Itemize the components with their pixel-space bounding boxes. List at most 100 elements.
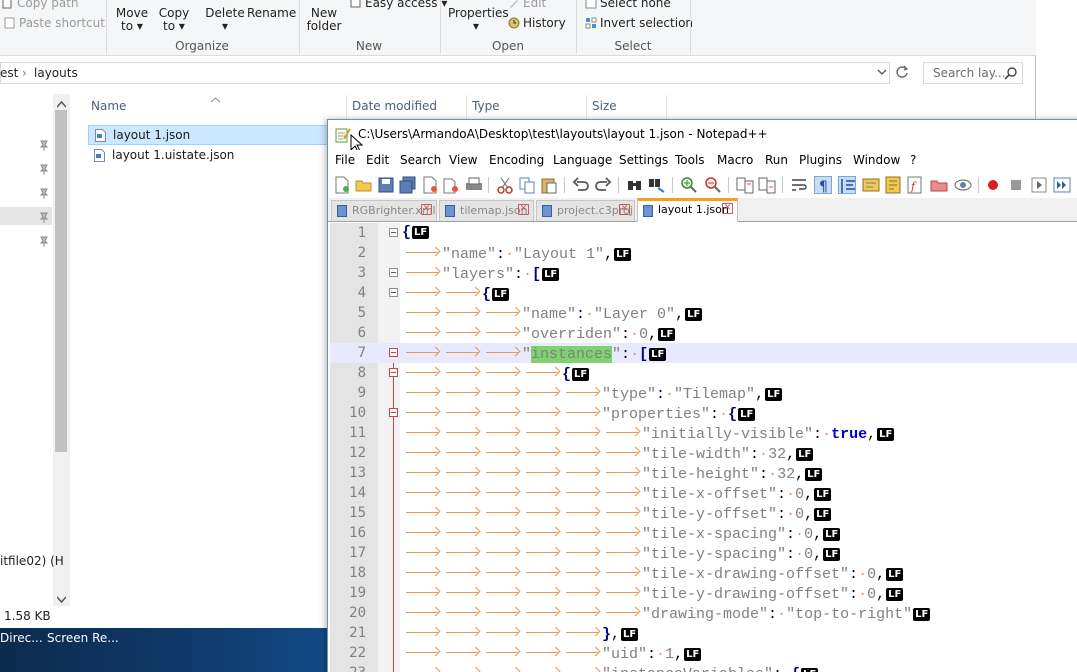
undo-icon[interactable] [572, 176, 590, 194]
taskbar-item[interactable]: Direc... [0, 631, 43, 645]
easy-access-button[interactable]: Easy access ▾ [350, 0, 447, 12]
column-divider[interactable] [466, 95, 467, 119]
sync-horizontal-icon[interactable] [758, 176, 776, 194]
code-line[interactable]: 13 "tile-height":·32, LF [330, 463, 1077, 483]
nav-item-network-drive[interactable]: itfile02) (H [0, 554, 64, 568]
record-macro-icon[interactable] [984, 176, 1002, 194]
tab-layout-1-json[interactable]: layout 1.json ✕ [637, 198, 738, 222]
move-to-button[interactable]: Move to ▾ [114, 7, 150, 33]
code-line[interactable]: 22 "uid":·1, LF [330, 643, 1077, 663]
save-icon[interactable] [377, 176, 395, 194]
column-divider[interactable] [346, 95, 347, 119]
replace-icon[interactable] [648, 176, 666, 194]
invert-selection-button[interactable]: Invert selection [585, 16, 693, 32]
code-line[interactable]: 20 "drawing-mode":·"top-to-right" LF [330, 603, 1077, 623]
rename-button[interactable]: Rename [247, 7, 296, 20]
breadcrumb-current[interactable]: layouts [34, 66, 78, 80]
pin-icon[interactable] [39, 139, 49, 151]
copy-path-button[interactable]: Copy path [2, 0, 79, 12]
code-line[interactable]: 1 {LF [330, 223, 1077, 243]
code-line[interactable]: 11 "initially-visible":·true, LF [330, 423, 1077, 443]
fold-collapse-icon[interactable] [389, 348, 398, 357]
document-map-icon[interactable] [884, 176, 902, 194]
menu-language[interactable]: Language [553, 153, 612, 167]
column-header-type[interactable]: Type [472, 99, 500, 113]
menu-settings[interactable]: Settings [619, 153, 668, 167]
user-defined-language-icon[interactable] [862, 176, 880, 194]
stop-macro-icon[interactable] [1007, 176, 1025, 194]
pin-icon[interactable] [39, 235, 49, 247]
code-line[interactable]: 3 "layers":·[LF [330, 263, 1077, 283]
menu-window[interactable]: Window [853, 153, 900, 167]
copy-to-button[interactable]: Copy to ▾ [156, 7, 192, 33]
code-line[interactable]: 12 "tile-width":·32, LF [330, 443, 1077, 463]
pin-icon[interactable] [39, 211, 49, 223]
menu-run[interactable]: Run [765, 153, 788, 167]
column-header-size[interactable]: Size [592, 99, 617, 113]
code-line-current[interactable]: 7 "instances":·[LF [330, 343, 1077, 363]
code-line[interactable]: 14 "tile-x-offset":·0, LF [330, 483, 1077, 503]
pin-icon[interactable] [39, 163, 49, 175]
refresh-icon[interactable] [894, 64, 910, 83]
paste-icon[interactable] [540, 176, 558, 194]
code-line[interactable]: 9 "type":·"Tilemap", LF [330, 383, 1077, 403]
menu-view[interactable]: View [449, 153, 477, 167]
monitoring-icon[interactable] [954, 176, 972, 194]
cut-icon[interactable] [496, 176, 514, 194]
select-none-button[interactable]: Select none [585, 0, 671, 12]
scrollbar-thumb[interactable] [55, 110, 67, 452]
menu-search[interactable]: Search [400, 153, 441, 167]
code-line[interactable]: 15 "tile-y-offset":·0, LF [330, 503, 1077, 523]
code-line[interactable]: 17 "tile-y-spacing":·0, LF [330, 543, 1077, 563]
code-line[interactable]: 8 {LF [330, 363, 1077, 383]
scroll-up-icon[interactable] [56, 97, 67, 111]
nav-scrollbar[interactable] [53, 94, 70, 606]
tab-rgbrighter-xml[interactable]: RGBrighter.xml ✕ [331, 200, 437, 221]
zoom-out-icon[interactable] [704, 176, 722, 194]
code-line[interactable]: 23 "instanceVariables":·{LF [330, 663, 1077, 672]
menu-help[interactable]: ? [910, 153, 916, 167]
open-file-icon[interactable] [355, 176, 373, 194]
tab-project-c3proj[interactable]: project.c3proj ✕ [536, 200, 635, 221]
new-file-icon[interactable] [333, 176, 351, 194]
redo-icon[interactable] [594, 176, 612, 194]
close-file-icon[interactable] [421, 176, 439, 194]
fold-collapse-icon[interactable] [389, 368, 398, 377]
function-list-icon[interactable]: f [906, 176, 924, 194]
word-wrap-icon[interactable] [790, 176, 808, 194]
code-line[interactable]: 16 "tile-x-spacing":·0, LF [330, 523, 1077, 543]
column-header-name[interactable]: Name [91, 99, 126, 113]
taskbar-item[interactable]: Screen Re... [47, 631, 119, 645]
fold-collapse-icon[interactable] [389, 288, 398, 297]
find-icon[interactable] [626, 176, 644, 194]
fold-collapse-icon[interactable] [389, 228, 398, 237]
properties-button[interactable]: Properties ▾ [448, 7, 509, 33]
new-folder-button[interactable]: New folder [304, 7, 344, 33]
pin-icon[interactable] [39, 187, 49, 199]
menu-tools[interactable]: Tools [675, 153, 705, 167]
title-bar[interactable]: C:\Users\ArmandoA\Desktop\test\layouts\l… [328, 120, 1077, 150]
close-icon[interactable]: ✕ [518, 204, 529, 215]
code-line[interactable]: 19 "tile-y-drawing-offset":·0, LF [330, 583, 1077, 603]
scroll-down-icon[interactable] [56, 592, 67, 606]
menu-edit[interactable]: Edit [366, 153, 389, 167]
run-macro-multiple-icon[interactable] [1053, 176, 1071, 194]
code-editor[interactable]: 1 {LF 2 "name":·"Layout 1", LF 3 "layers"… [330, 223, 1077, 672]
close-icon[interactable]: ✕ [619, 204, 630, 215]
indent-guide-icon[interactable] [838, 176, 856, 194]
code-line[interactable]: 2 "name":·"Layout 1", LF [330, 243, 1077, 263]
show-all-characters-icon[interactable]: ¶ [814, 176, 832, 194]
fold-collapse-icon[interactable] [389, 408, 398, 417]
code-line[interactable]: 10 "properties":·{LF [330, 403, 1077, 423]
search-box[interactable]: Search lay... [923, 62, 1023, 84]
save-all-icon[interactable] [399, 176, 417, 194]
menu-encoding[interactable]: Encoding [489, 153, 544, 167]
code-line[interactable]: 5 "name":·"Layer 0", LF [330, 303, 1077, 323]
column-divider[interactable] [586, 95, 587, 119]
menu-macro[interactable]: Macro [717, 153, 753, 167]
close-icon[interactable]: ✕ [722, 203, 733, 214]
code-line[interactable]: 4 {LF [330, 283, 1077, 303]
zoom-in-icon[interactable] [680, 176, 698, 194]
code-line[interactable]: 21 }, LF [330, 623, 1077, 643]
paste-shortcut-button[interactable]: Paste shortcut [4, 16, 105, 32]
